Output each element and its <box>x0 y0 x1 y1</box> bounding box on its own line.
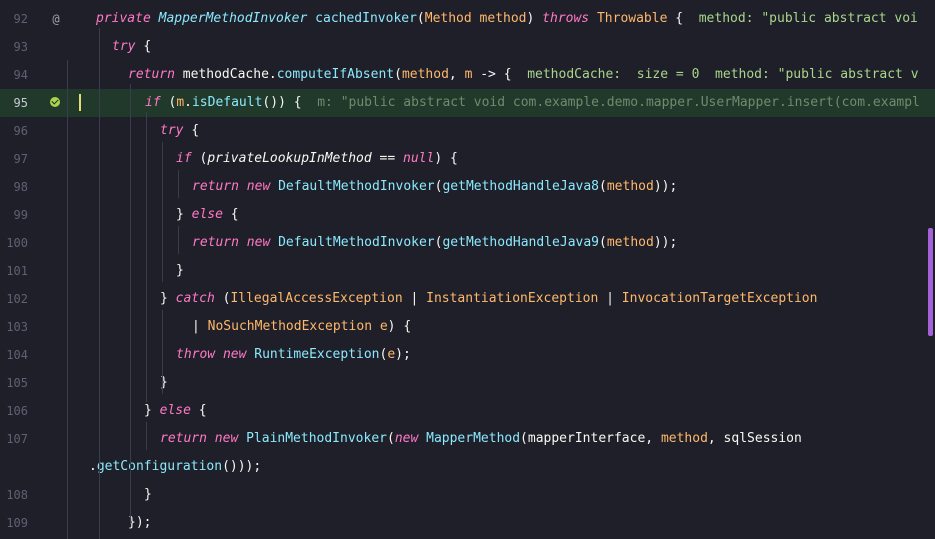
line-number[interactable]: 96 <box>0 117 28 145</box>
code-text: }); <box>128 515 152 530</box>
code-text: if (privateLookupInMethod == null) { <box>176 151 458 166</box>
code-line[interactable]: 99 } else { <box>0 201 935 229</box>
code-text: return new DefaultMethodInvoker(getMetho… <box>192 235 678 250</box>
indent-guide <box>178 170 179 198</box>
line-number[interactable]: 108 <box>0 481 28 509</box>
code-text: private MapperMethodInvoker cachedInvoke… <box>96 11 918 26</box>
code-text: if (m.isDefault()) { m: "public abstract… <box>145 95 920 110</box>
line-number[interactable]: 98 <box>0 173 28 201</box>
code-line[interactable]: 93 try { <box>0 33 935 61</box>
code-line[interactable]: 102 } catch (IllegalAccessException | Ins… <box>0 285 935 313</box>
code-text: try { <box>112 39 152 54</box>
code-line[interactable]: 104 throw new RuntimeException(e); <box>0 341 935 369</box>
line-number[interactable]: 107 <box>0 425 28 453</box>
code-line[interactable]: 107 return new PlainMethodInvoker(new Map… <box>0 425 935 453</box>
code-text: } <box>176 263 184 278</box>
line-number[interactable]: 94 <box>0 61 28 89</box>
code-line[interactable]: 100 return new DefaultMethodInvoker(getMe… <box>0 229 935 257</box>
line-number[interactable]: 104 <box>0 341 28 369</box>
line-number[interactable]: 93 <box>0 33 28 61</box>
code-text: } <box>144 487 152 502</box>
breakpoint-check-icon[interactable] <box>50 97 60 107</box>
code-line[interactable]: 92 @ private MapperMethodInvoker cachedInv… <box>0 5 935 33</box>
text-cursor <box>79 94 81 111</box>
code-line[interactable]: 95 if (m.isDefault()) { m: "public abstra… <box>0 89 935 117</box>
line-number[interactable]: 99 <box>0 201 28 229</box>
code-text: return new DefaultMethodInvoker(getMetho… <box>192 179 678 194</box>
code-text: } else { <box>176 207 239 222</box>
line-number[interactable]: 106 <box>0 397 28 425</box>
override-marker-icon[interactable]: @ <box>48 11 64 27</box>
line-number[interactable]: 105 <box>0 369 28 397</box>
code-line[interactable]: 109}); <box>0 509 935 537</box>
indent-guide <box>67 60 68 539</box>
line-number[interactable]: 95 <box>0 89 28 117</box>
line-number[interactable]: 101 <box>0 257 28 285</box>
code-text: throw new RuntimeException(e); <box>176 347 411 362</box>
scrollbar-thumb[interactable] <box>928 228 933 336</box>
code-text: return methodCache.computeIfAbsent(metho… <box>128 67 919 82</box>
code-line[interactable]: 101} <box>0 257 935 285</box>
line-number[interactable]: 97 <box>0 145 28 173</box>
indent-guide <box>146 422 147 450</box>
indent-guide <box>162 142 163 282</box>
code-text: } catch (IllegalAccessException | Instan… <box>160 291 818 306</box>
code-text: try { <box>160 123 200 138</box>
code-editor[interactable]: 92 @ private MapperMethodInvoker cachedInv… <box>0 0 935 539</box>
indent-guide <box>162 310 163 394</box>
code-line[interactable]: 108} <box>0 481 935 509</box>
line-number[interactable]: 103 <box>0 313 28 341</box>
indent-guide <box>99 28 100 539</box>
code-line[interactable]: 94 return methodCache.computeIfAbsent(met… <box>0 61 935 89</box>
line-number[interactable]: 92 <box>0 5 28 33</box>
code-line[interactable]: 98 return new DefaultMethodInvoker(getMet… <box>0 173 935 201</box>
code-text: return new PlainMethodInvoker(new Mapper… <box>160 431 802 446</box>
code-text: | NoSuchMethodException e) { <box>192 319 412 334</box>
code-line[interactable]: 105} <box>0 369 935 397</box>
code-line[interactable]: 106 } else { <box>0 397 935 425</box>
code-text: .getConfiguration())); <box>89 459 262 474</box>
line-number[interactable]: 109 <box>0 509 28 537</box>
line-number[interactable]: 100 <box>0 229 28 257</box>
code-line[interactable]: 96 try { <box>0 117 935 145</box>
code-line[interactable]: 103 | NoSuchMethodException e) { <box>0 313 935 341</box>
line-number[interactable]: 102 <box>0 285 28 313</box>
code-line[interactable]: .getConfiguration())); <box>0 453 935 481</box>
indent-guide <box>146 112 147 402</box>
indent-guide <box>130 84 131 524</box>
indent-guide <box>178 226 179 254</box>
code-text: } else { <box>144 403 207 418</box>
code-line[interactable]: 97 if (privateLookupInMethod == null) { <box>0 145 935 173</box>
